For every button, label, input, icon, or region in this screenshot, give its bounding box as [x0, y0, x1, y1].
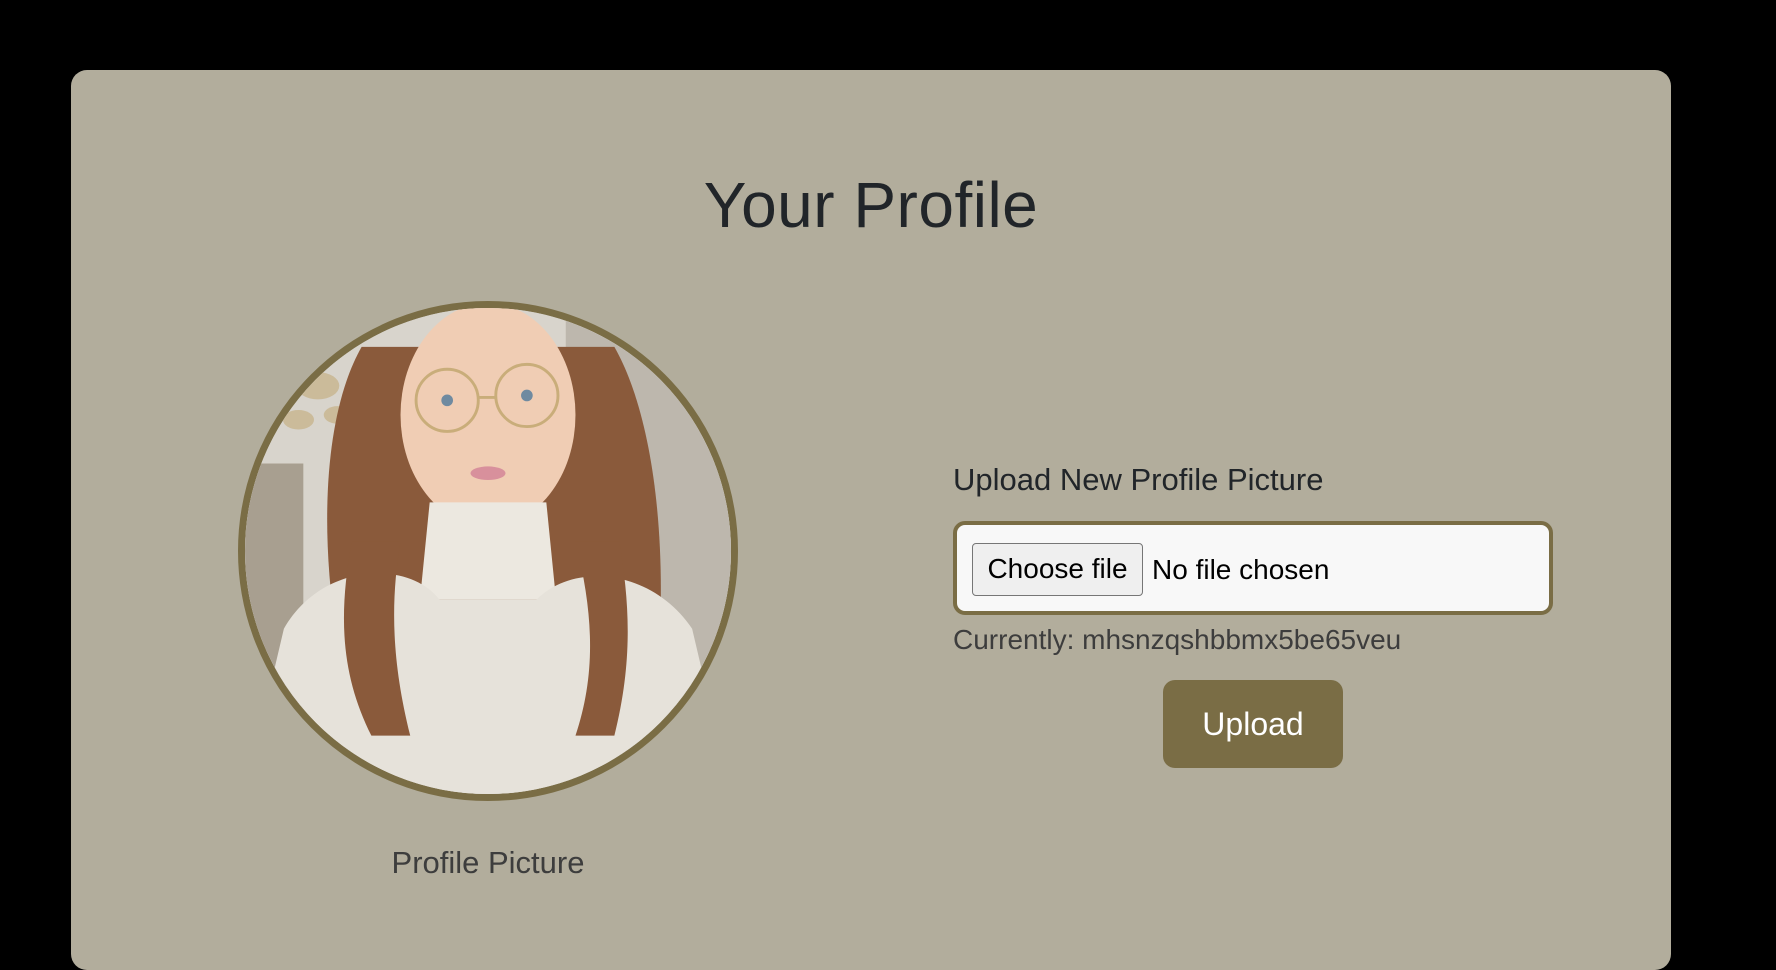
profile-photo-illustration: [245, 308, 731, 794]
profile-picture: [238, 301, 738, 801]
page-title: Your Profile: [703, 169, 1039, 241]
choose-file-button[interactable]: Choose file: [972, 543, 1143, 596]
file-status-text: No file chosen: [1152, 554, 1330, 585]
profile-picture-caption: Profile Picture: [391, 845, 585, 880]
upload-label: Upload New Profile Picture: [953, 462, 1324, 497]
upload-button[interactable]: Upload: [1163, 680, 1343, 768]
file-input[interactable]: Choose file No file chosen: [953, 521, 1553, 615]
current-file-text: Currently: mhsnzqshbbmx5be65veu: [953, 624, 1402, 655]
